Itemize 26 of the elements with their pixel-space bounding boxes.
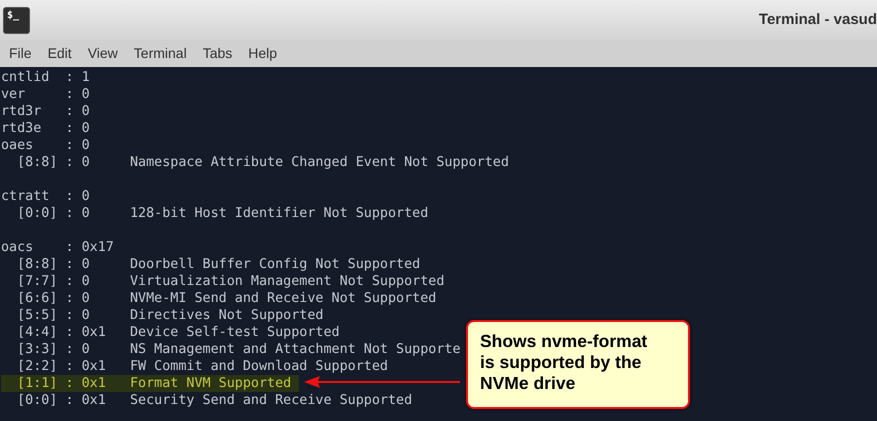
terminal-line: oaes : 0 bbox=[1, 137, 90, 154]
terminal-line: cntlid : 1 bbox=[1, 69, 90, 86]
menu-item[interactable]: Edit bbox=[48, 43, 72, 64]
terminal-line: [8:8] : 0 Doorbell Buffer Config Not Supported bbox=[16, 256, 420, 273]
menu-item[interactable]: View bbox=[88, 43, 118, 64]
menu-item[interactable]: Help bbox=[248, 43, 278, 64]
terminal-line: [3:3] : 0 NS Management and Attachment Not Supporte bbox=[16, 341, 461, 358]
terminal-line: [2:2] : 0x1 FW Commit and Download Supported bbox=[16, 358, 388, 375]
terminal-line: [5:5] : 0 Directives Not Supported bbox=[16, 307, 324, 324]
menu-item[interactable]: File bbox=[9, 43, 32, 64]
terminal-line: rtd3e : 0 bbox=[1, 120, 90, 137]
terminal-line: [6:6] : 0 NVMe-MI Send and Receive Not Supported bbox=[16, 290, 436, 307]
terminal-line: [4:4] : 0x1 Device Self-test Supported bbox=[16, 324, 340, 341]
terminal-line: ver : 0 bbox=[1, 86, 90, 103]
menu-item[interactable]: Tabs bbox=[202, 43, 232, 64]
menu-item[interactable]: Terminal bbox=[134, 43, 187, 64]
terminal-app-icon: $_ bbox=[3, 6, 30, 34]
terminal-line: [8:8] : 0 Namespace Attribute Changed Event Not Supported bbox=[16, 154, 509, 171]
terminal-line: [7:7] : 0 Virtualization Management Not Supported bbox=[16, 273, 444, 290]
window-title: Terminal - vasud bbox=[758, 10, 877, 30]
terminal-line: [0:0] : 0 128-bit Host Identifier Not Supported bbox=[16, 205, 428, 222]
callout: Shows nvme-format is supported by the NVMe drive bbox=[466, 320, 690, 409]
terminal-line: ctratt : 0 bbox=[1, 188, 90, 205]
terminal-line: [0:0] : 0x1 Security Send and Receive Supported bbox=[16, 392, 412, 409]
terminal-line: rtd3r : 0 bbox=[1, 103, 90, 120]
terminal-line: oacs : 0x17 bbox=[1, 239, 114, 256]
